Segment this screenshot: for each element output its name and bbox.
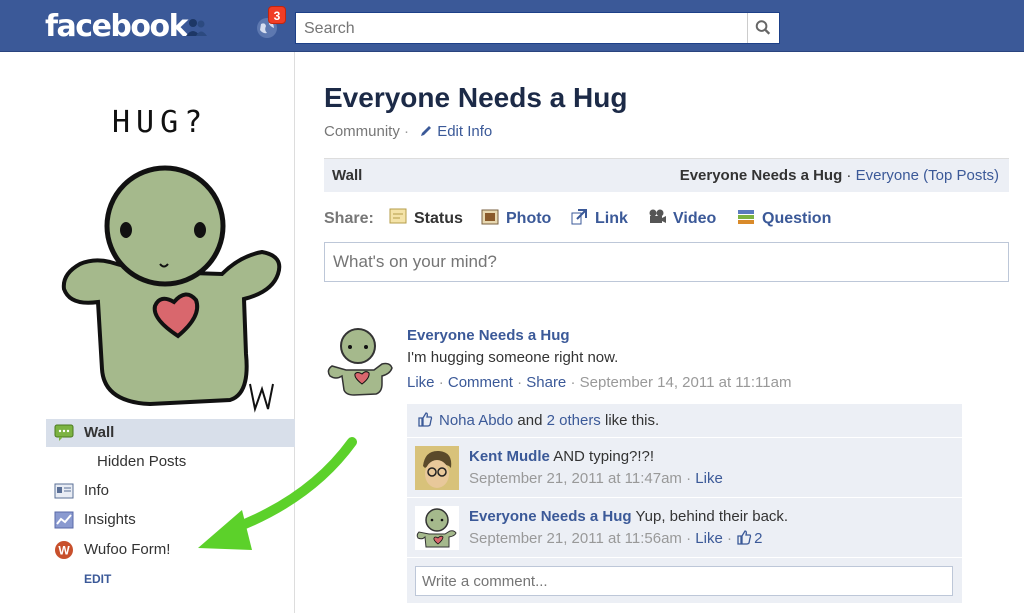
separator: · (726, 530, 732, 547)
sidebar-edit-link[interactable]: EDIT (84, 572, 111, 586)
comment: Kent Mudle AND typing?!?! September 21, … (407, 438, 962, 498)
facebook-logo[interactable]: facebook (45, 8, 189, 46)
profile-picture-signature (249, 383, 274, 413)
separator: · (517, 374, 523, 391)
post-comment-link[interactable]: Comment (448, 374, 513, 391)
profile-picture[interactable]: HUG? (40, 74, 300, 414)
separator: · (404, 123, 410, 140)
comment-like-count[interactable]: 2 (736, 530, 763, 547)
comment-area: Noha Abdo and 2 others like this. Kent M… (407, 404, 962, 604)
sidebar-item-label: Wufoo Form! (84, 541, 171, 558)
status-icon (389, 208, 407, 224)
post-author-avatar[interactable] (324, 324, 394, 396)
share-status[interactable]: Status (388, 207, 463, 231)
like-count-value: 2 (754, 530, 763, 547)
video-camera-icon (649, 209, 666, 223)
share-video-label: Video (673, 210, 717, 227)
share-label: Share: (324, 210, 374, 227)
share-video[interactable]: Video (647, 207, 716, 231)
search-input[interactable] (304, 19, 734, 39)
separator: · (846, 167, 852, 184)
liker-name[interactable]: Noha Abdo (439, 412, 513, 429)
sidebar-item-label: Wall (84, 424, 115, 441)
comment-text: AND typing?!?! (553, 448, 655, 465)
status-composer-input[interactable] (324, 242, 1009, 282)
share-status-label: Status (414, 210, 463, 227)
wall-icon (54, 424, 74, 441)
insights-icon (54, 511, 74, 529)
edit-info-label: Edit Info (437, 123, 493, 140)
post-text: I'm hugging someone right now. (407, 349, 619, 366)
commenter-avatar[interactable] (415, 446, 459, 490)
sidebar-item-label: Hidden Posts (97, 453, 187, 470)
edit-info-link[interactable]: Edit Info (419, 123, 492, 140)
likes-others-link[interactable]: 2 others (547, 412, 601, 429)
green-arrow-annotation (198, 437, 357, 550)
separator: · (686, 470, 692, 487)
sidebar-item-label: Info (84, 482, 110, 499)
photo-icon (481, 209, 499, 225)
wall-filter-bar: Wall Everyone Needs a Hug · Everyone (To… (324, 158, 1009, 192)
share-link[interactable]: Link (569, 207, 628, 231)
comment-like-link[interactable]: Like (695, 470, 723, 487)
post-actions: Like · Comment · Share · September 14, 2… (407, 370, 1007, 396)
comment-body: Everyone Needs a Hug Yup, behind their b… (469, 506, 788, 550)
share-photo-label: Photo (506, 210, 552, 227)
separator: · (438, 374, 444, 391)
post-author[interactable]: Everyone Needs a Hug (407, 326, 1007, 346)
comment-like-link[interactable]: Like (695, 530, 723, 547)
separator: · (686, 530, 692, 547)
page-category[interactable]: Community (324, 123, 400, 140)
search-icon[interactable] (747, 13, 779, 43)
commenter-avatar[interactable] (415, 506, 459, 550)
sidebar-item-label: Insights (84, 511, 136, 528)
write-comment-input[interactable] (415, 566, 953, 596)
link-icon (571, 209, 587, 225)
share-question[interactable]: Question (736, 207, 831, 231)
friend-requests-icon[interactable] (184, 14, 210, 40)
info-icon (54, 483, 74, 499)
page-title[interactable]: Everyone Needs a Hug (324, 82, 627, 114)
page-meta: Community · Edit Info (324, 123, 492, 140)
share-question-label: Question (762, 210, 832, 227)
likes-row: Noha Abdo and 2 others like this. (407, 404, 962, 438)
pencil-icon (421, 126, 432, 136)
likes-and: and (517, 412, 543, 429)
comment-text: Yup, behind their back. (635, 508, 789, 525)
likes-suffix: like this. (604, 412, 660, 429)
notifications-badge[interactable]: 3 (268, 6, 286, 24)
thumbs-up-icon (737, 530, 752, 545)
share-photo[interactable]: Photo (480, 207, 551, 231)
wall-bar-filter: Everyone Needs a Hug · Everyone (Top Pos… (680, 159, 999, 193)
wall-filter-everyone[interactable]: Everyone (Top Posts) (856, 167, 999, 184)
write-comment-row (407, 558, 962, 604)
question-icon (738, 210, 754, 224)
profile-picture-caption: HUG? (112, 105, 208, 140)
wall-filter-page[interactable]: Everyone Needs a Hug (680, 167, 843, 184)
separator: · (570, 374, 576, 391)
wall-bar-title: Wall (332, 167, 363, 184)
post-like-link[interactable]: Like (407, 374, 435, 391)
comment-timestamp[interactable]: September 21, 2011 at 11:47am (469, 470, 682, 487)
comment-author[interactable]: Kent Mudle (469, 448, 550, 465)
post-timestamp[interactable]: September 14, 2011 at 11:11am (580, 374, 792, 391)
comment-body: Kent Mudle AND typing?!?! September 21, … (469, 446, 723, 490)
top-bar: facebook 3 (0, 0, 1024, 52)
svg-text:W: W (58, 544, 70, 558)
search-box (295, 12, 780, 44)
post-share-link[interactable]: Share (526, 374, 566, 391)
wufoo-icon: W (55, 541, 73, 559)
thumbs-up-icon (418, 412, 433, 427)
post: Everyone Needs a Hug I'm hugging someone… (407, 326, 1007, 396)
comment-timestamp[interactable]: September 21, 2011 at 11:56am (469, 530, 682, 547)
comment-author[interactable]: Everyone Needs a Hug (469, 508, 632, 525)
comment: Everyone Needs a Hug Yup, behind their b… (407, 498, 962, 558)
share-link-label: Link (595, 210, 628, 227)
